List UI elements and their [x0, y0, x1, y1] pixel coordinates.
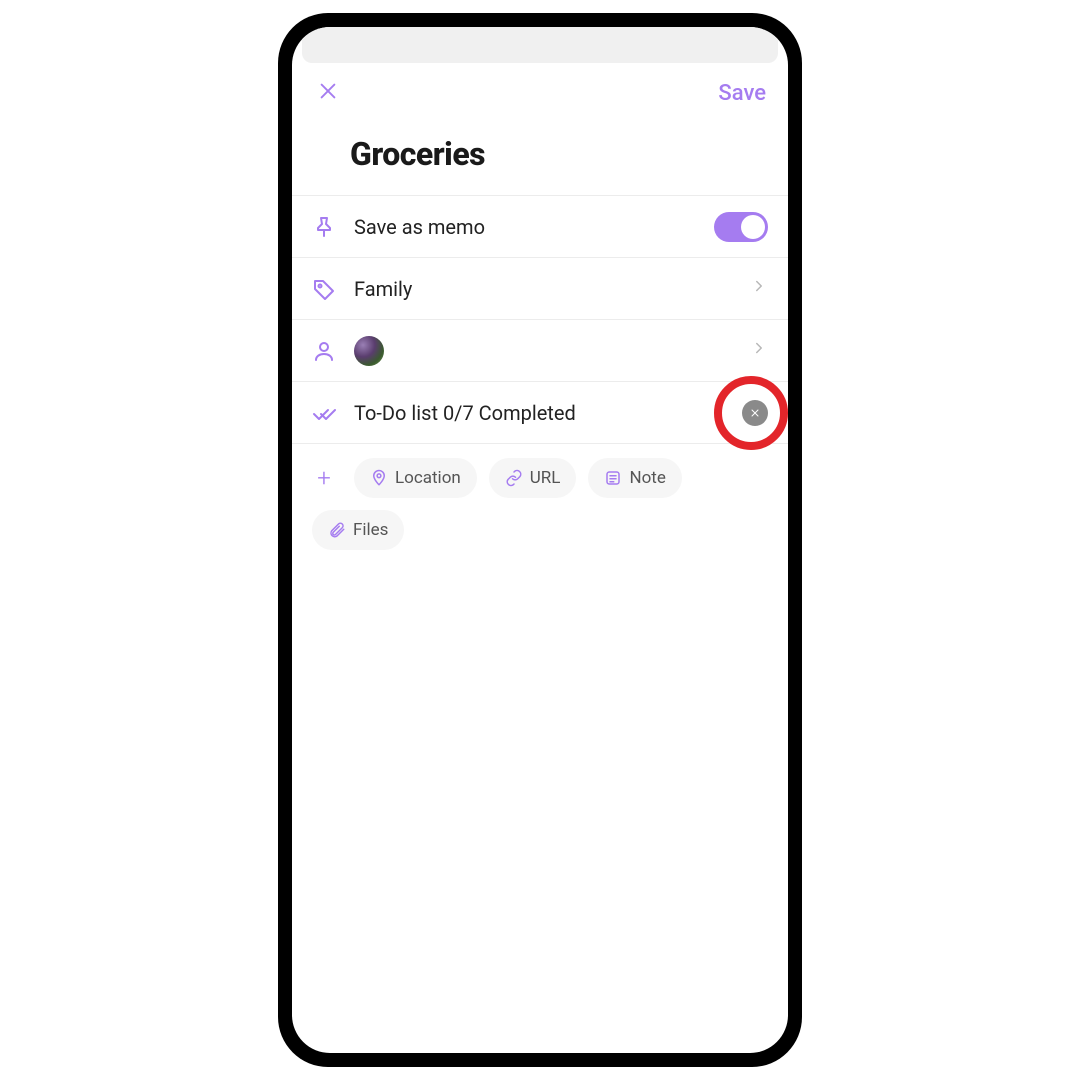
todo-label: To-Do list 0/7 Completed — [354, 401, 724, 425]
memo-label: Save as memo — [354, 215, 696, 239]
x-icon — [749, 407, 761, 419]
row-save-as-memo[interactable]: Save as memo — [292, 195, 788, 257]
status-bar — [302, 27, 778, 63]
chip-url[interactable]: URL — [489, 458, 577, 498]
page-title[interactable]: Groceries — [350, 135, 766, 173]
close-button[interactable] — [314, 79, 342, 107]
chip-url-label: URL — [530, 468, 561, 488]
double-check-icon — [312, 401, 336, 425]
row-tag[interactable]: Family — [292, 257, 788, 319]
phone-screen: Save Groceries Save as memo Family — [292, 27, 788, 1053]
add-row: + Location URL Note Files — [292, 443, 788, 564]
chip-location-label: Location — [395, 468, 461, 488]
chip-files[interactable]: Files — [312, 510, 404, 550]
tag-label: Family — [354, 277, 732, 301]
pin-icon — [312, 215, 336, 239]
header: Save — [292, 63, 788, 117]
paperclip-icon — [328, 521, 346, 539]
close-icon — [317, 80, 339, 102]
chip-location[interactable]: Location — [354, 458, 477, 498]
location-icon — [370, 469, 388, 487]
avatar — [354, 336, 384, 366]
title-block: Groceries — [292, 117, 788, 195]
toggle-knob — [741, 215, 765, 239]
memo-toggle[interactable] — [714, 212, 768, 242]
chip-note[interactable]: Note — [588, 458, 681, 498]
chip-files-label: Files — [353, 520, 388, 540]
row-assignee[interactable] — [292, 319, 788, 381]
chevron-right-icon — [750, 338, 768, 363]
delete-todo-button[interactable] — [742, 400, 768, 426]
row-todo[interactable]: To-Do list 0/7 Completed — [292, 381, 788, 443]
chevron-right-icon — [750, 276, 768, 301]
person-icon — [312, 339, 336, 363]
phone-frame: Save Groceries Save as memo Family — [278, 13, 802, 1067]
save-button[interactable]: Save — [718, 81, 766, 106]
link-icon — [505, 469, 523, 487]
tag-icon — [312, 277, 336, 301]
plus-icon[interactable]: + — [312, 464, 336, 492]
chip-note-label: Note — [629, 468, 665, 488]
note-icon — [604, 469, 622, 487]
